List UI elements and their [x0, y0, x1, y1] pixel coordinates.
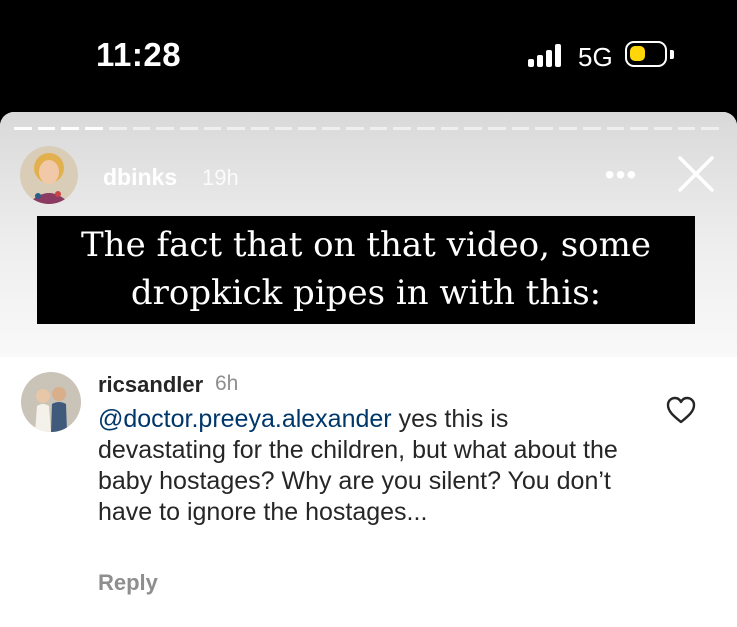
status-bar: 11:28 5G	[0, 0, 737, 112]
story-preview[interactable]: dbinks 19h ••• The fact that on that vid…	[0, 112, 737, 357]
comment-avatar[interactable]	[21, 372, 81, 432]
battery-level	[630, 46, 645, 61]
comment-username[interactable]: ricsandler	[98, 372, 203, 398]
network-type: 5G	[578, 42, 613, 72]
close-icon[interactable]	[676, 154, 716, 194]
comment-timestamp: 6h	[215, 372, 239, 395]
heart-outline-icon[interactable]	[665, 395, 697, 425]
story-avatar[interactable]	[20, 146, 78, 204]
story-username[interactable]: dbinks	[103, 164, 177, 191]
story-timestamp: 19h	[202, 165, 239, 190]
comment-item: ricsandler 6h @doctor.preeya.alexander y…	[0, 357, 737, 627]
reply-button[interactable]: Reply	[98, 570, 158, 596]
story-progress-bar	[14, 127, 720, 130]
comment-text: @doctor.preeya.alexander yes this is dev…	[98, 404, 618, 528]
battery-icon	[625, 41, 667, 67]
more-dots-icon[interactable]: •••	[603, 161, 639, 189]
story-sheet: dbinks 19h ••• The fact that on that vid…	[0, 112, 737, 627]
story-caption: The fact that on that video, some dropki…	[37, 216, 695, 324]
status-time: 11:28	[96, 36, 182, 73]
signal-icon	[528, 43, 564, 67]
caption-line: dropkick pipes in with this:	[130, 273, 602, 313]
mention-link[interactable]: @doctor.preeya.alexander	[98, 405, 392, 433]
caption-line: The fact that on that video, some	[81, 225, 651, 265]
battery-tip	[670, 50, 674, 59]
